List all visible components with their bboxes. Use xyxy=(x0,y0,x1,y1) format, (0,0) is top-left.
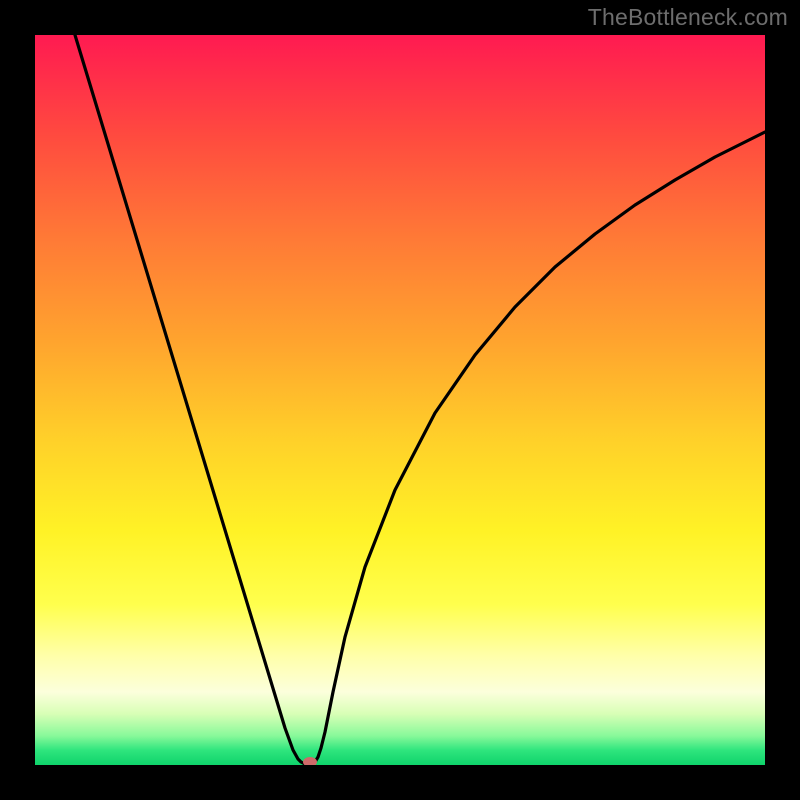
curve-svg xyxy=(35,35,765,765)
min-marker xyxy=(303,757,317,765)
plot-area xyxy=(35,35,765,765)
watermark-text: TheBottleneck.com xyxy=(588,4,788,31)
bottleneck-curve xyxy=(75,35,765,764)
chart-frame: TheBottleneck.com xyxy=(0,0,800,800)
